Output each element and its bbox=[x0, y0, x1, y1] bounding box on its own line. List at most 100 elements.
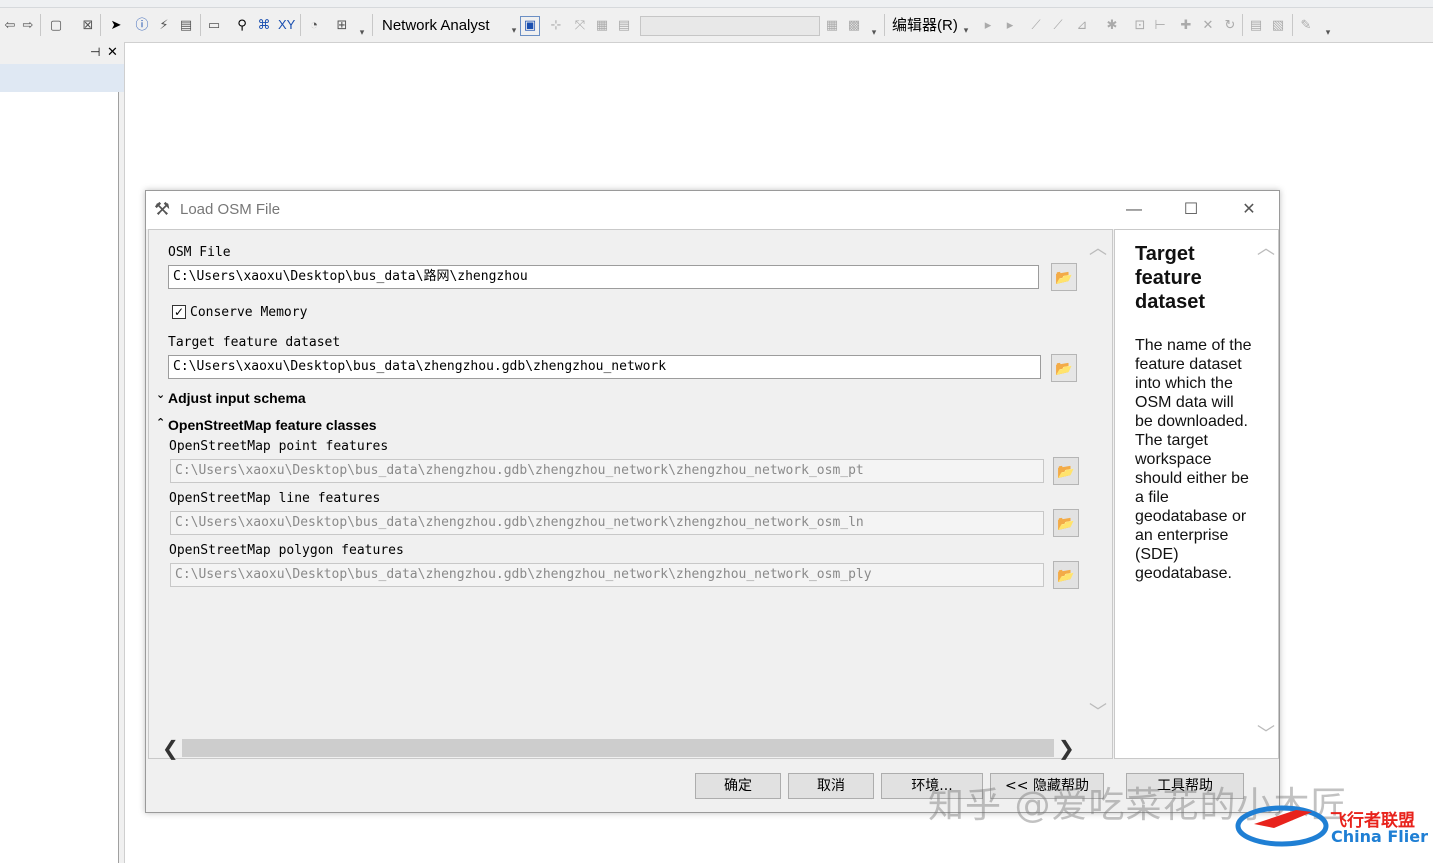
ok-button[interactable]: 确定 bbox=[695, 773, 781, 799]
cut-polygons-icon[interactable]: ✕ bbox=[1200, 17, 1216, 33]
scroll-down-arrow-icon[interactable]: ﹀ bbox=[1087, 698, 1109, 724]
forward-arrow-icon[interactable]: ⇨ bbox=[20, 17, 36, 33]
toolbar-separator bbox=[100, 14, 101, 36]
scroll-right-arrow-icon[interactable]: ❯ bbox=[1058, 736, 1075, 761]
conserve-memory-checkbox[interactable]: ✓ bbox=[172, 305, 186, 319]
target-dataset-input[interactable]: C:\Users\xaoxu\Desktop\bus_data\zhengzho… bbox=[168, 355, 1041, 379]
edit-tool-icon[interactable]: ▸ bbox=[980, 17, 996, 33]
maximize-icon[interactable]: ☐ bbox=[1180, 199, 1202, 221]
toolbar-separator bbox=[200, 14, 201, 36]
toolbar-separator bbox=[1292, 14, 1293, 36]
network-analyst-window-icon[interactable]: ▣ bbox=[520, 16, 540, 36]
minimize-icon[interactable]: — bbox=[1123, 199, 1145, 221]
line-features-browse-button[interactable]: 📂 bbox=[1053, 509, 1079, 537]
toolbar-separator bbox=[884, 14, 885, 36]
folder-open-icon: 📂 bbox=[1055, 360, 1073, 376]
chevron-down-icon[interactable]: ⌄ bbox=[156, 388, 165, 401]
find-route-icon[interactable]: ⌘ bbox=[256, 17, 272, 33]
construction-tools-icon[interactable]: ⊿ bbox=[1074, 17, 1090, 33]
help-title: Target feature dataset bbox=[1135, 243, 1206, 313]
measure-icon[interactable]: ▭ bbox=[206, 17, 222, 33]
rotate-icon[interactable]: ↻ bbox=[1222, 17, 1238, 33]
point-features-input[interactable]: C:\Users\xaoxu\Desktop\bus_data\zhengzho… bbox=[170, 459, 1044, 483]
network-tool-icon[interactable]: ▩ bbox=[846, 17, 862, 33]
toolbar-separator bbox=[1242, 14, 1243, 36]
split-tool-icon[interactable]: ✚ bbox=[1178, 17, 1194, 33]
sketch-properties-icon[interactable]: ▧ bbox=[1270, 17, 1286, 33]
network-tool-icon[interactable]: ▤ bbox=[616, 17, 632, 33]
toolbar-separator bbox=[300, 14, 301, 36]
line-features-label: OpenStreetMap line features bbox=[169, 491, 381, 506]
target-dataset-browse-button[interactable]: 📂 bbox=[1051, 354, 1077, 382]
point-features-browse-button[interactable]: 📂 bbox=[1053, 457, 1079, 485]
target-dataset-label: Target feature dataset bbox=[168, 335, 341, 350]
horizontal-scrollbar-thumb[interactable] bbox=[182, 739, 1054, 757]
hyperlink-icon[interactable]: ▤ bbox=[178, 17, 194, 33]
toolbar-dropdown-icon[interactable]: ▾ bbox=[866, 24, 882, 40]
panel-toolbar bbox=[0, 64, 124, 92]
network-tool-icon[interactable]: ⊹ bbox=[548, 17, 564, 33]
close-icon[interactable]: ✕ bbox=[107, 44, 118, 60]
load-osm-dialog: ⚒ Load OSM File — ☐ ✕ OSM File C:\Users\… bbox=[145, 190, 1280, 813]
help-scroll-up-icon[interactable]: ︿ bbox=[1255, 234, 1277, 260]
find-icon[interactable]: ⚲ bbox=[234, 17, 250, 33]
time-slider-icon[interactable]: ◔ bbox=[306, 17, 322, 33]
toolbar-dropdown-icon[interactable]: ▾ bbox=[1320, 24, 1336, 40]
logo-english-text: China Flier bbox=[1331, 827, 1429, 846]
osm-feature-classes-section[interactable]: OpenStreetMap feature classes bbox=[168, 417, 377, 433]
edit-annotation-icon[interactable]: ▸ bbox=[1002, 17, 1018, 33]
edit-vertices-icon[interactable]: ⊡ bbox=[1132, 17, 1148, 33]
create-features-icon[interactable]: ✎ bbox=[1298, 17, 1314, 33]
network-layer-combo[interactable] bbox=[640, 16, 820, 36]
trace-icon[interactable]: ✱ bbox=[1104, 17, 1120, 33]
folder-open-icon: 📂 bbox=[1057, 567, 1075, 583]
table-of-contents-panel: ⊣ ✕ bbox=[0, 42, 125, 863]
dialog-titlebar[interactable]: ⚒ Load OSM File — ☐ ✕ bbox=[146, 191, 1279, 229]
chevron-up-icon[interactable]: ⌃ bbox=[156, 416, 165, 429]
scroll-up-arrow-icon[interactable]: ︿ bbox=[1087, 234, 1109, 260]
toolbar-separator bbox=[40, 14, 41, 36]
back-arrow-icon[interactable]: ⇦ bbox=[2, 17, 18, 33]
adjust-schema-section[interactable]: Adjust input schema bbox=[168, 390, 306, 406]
network-analyst-menu[interactable]: Network Analyst bbox=[382, 17, 490, 35]
osm-file-label: OSM File bbox=[168, 245, 231, 260]
parameters-pane: OSM File C:\Users\xaoxu\Desktop\bus_data… bbox=[148, 229, 1113, 759]
pin-icon[interactable]: ⊣ bbox=[90, 45, 100, 59]
network-tool-icon[interactable]: ▦ bbox=[824, 17, 840, 33]
line-features-input[interactable]: C:\Users\xaoxu\Desktop\bus_data\zhengzho… bbox=[170, 511, 1044, 535]
go-to-xy-icon[interactable]: XY bbox=[278, 17, 295, 33]
toolbar-dropdown-icon[interactable]: ▾ bbox=[354, 24, 370, 40]
osm-file-input[interactable]: C:\Users\xaoxu\Desktop\bus_data\路网\zheng… bbox=[168, 265, 1039, 289]
toolbar-separator bbox=[372, 14, 373, 36]
end-point-arc-icon[interactable]: ⟋ bbox=[1050, 17, 1066, 33]
identify-icon[interactable]: ⓘ bbox=[134, 17, 150, 33]
reshape-icon[interactable]: ⊢ bbox=[1152, 17, 1168, 33]
china-flier-logo bbox=[1235, 805, 1329, 847]
main-toolbar: ⇦ ⇨ ▢ ⊠ ➤ ⓘ ⚡ ▤ ▭ ⚲ ⌘ XY ◔ ⊞ ▾ Network A… bbox=[0, 8, 1433, 43]
polygon-features-input[interactable]: C:\Users\xaoxu\Desktop\bus_data\zhengzho… bbox=[170, 563, 1044, 587]
dialog-title: Load OSM File bbox=[180, 201, 281, 218]
close-dialog-icon[interactable]: ✕ bbox=[1238, 199, 1260, 221]
osm-file-browse-button[interactable]: 📂 bbox=[1051, 263, 1077, 291]
folder-open-icon: 📂 bbox=[1057, 463, 1075, 479]
folder-open-icon: 📂 bbox=[1057, 515, 1075, 531]
clear-selection-icon[interactable]: ⊠ bbox=[80, 17, 96, 33]
straight-segment-icon[interactable]: ⟋ bbox=[1028, 17, 1044, 33]
folder-open-icon: 📂 bbox=[1055, 269, 1073, 285]
cancel-button[interactable]: 取消 bbox=[788, 773, 874, 799]
editor-menu[interactable]: 编辑器(R) bbox=[892, 17, 958, 35]
html-popup-icon[interactable]: ⚡ bbox=[156, 17, 172, 33]
help-scroll-down-icon[interactable]: ﹀ bbox=[1255, 720, 1277, 746]
polygon-features-browse-button[interactable]: 📂 bbox=[1053, 561, 1079, 589]
magnifier-window-icon[interactable]: ⊞ bbox=[334, 17, 350, 33]
network-tool-icon[interactable]: ▦ bbox=[594, 17, 610, 33]
network-tool-icon[interactable]: ⤧ bbox=[572, 17, 588, 33]
attributes-icon[interactable]: ▤ bbox=[1248, 17, 1264, 33]
polygon-features-label: OpenStreetMap polygon features bbox=[169, 543, 404, 558]
select-elements-icon[interactable]: ➤ bbox=[108, 17, 124, 33]
scroll-left-arrow-icon[interactable]: ❮ bbox=[162, 736, 179, 761]
editor-dropdown-icon[interactable]: ▾ bbox=[958, 22, 974, 38]
layer-tree[interactable] bbox=[0, 92, 119, 863]
select-features-icon[interactable]: ▢ bbox=[48, 17, 64, 33]
hammer-icon: ⚒ bbox=[154, 199, 171, 219]
